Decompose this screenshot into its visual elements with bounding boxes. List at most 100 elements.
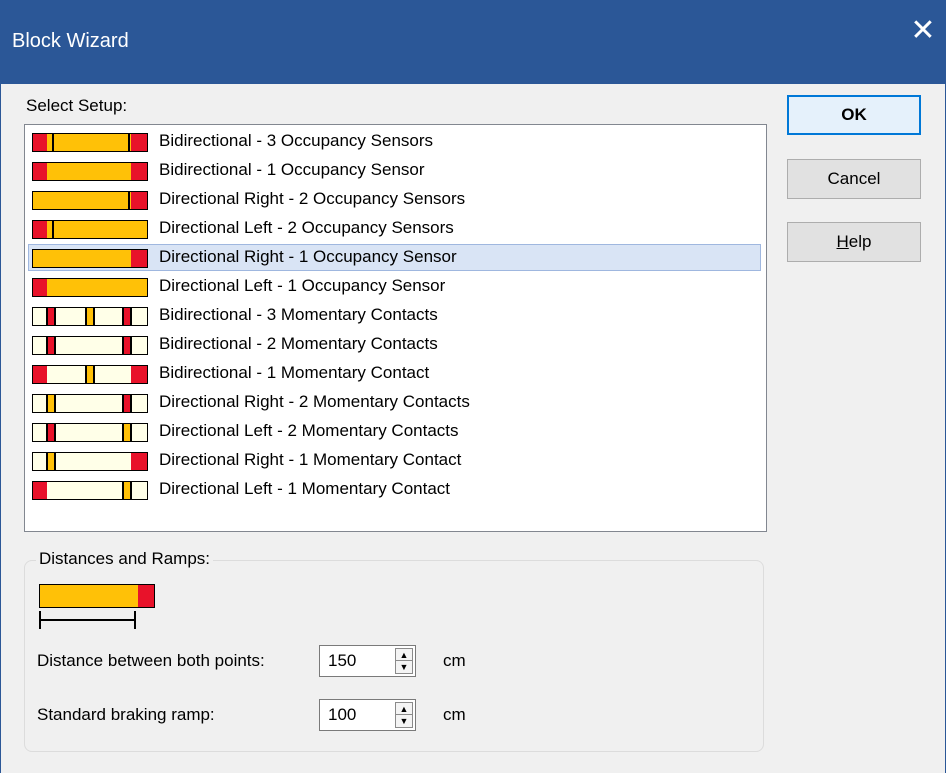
setup-item-label: Directional Left - 1 Momentary Contact (159, 479, 451, 498)
block-setup-icon (32, 394, 148, 413)
block-setup-icon (32, 336, 148, 355)
stop-section (33, 134, 47, 151)
stop-section (131, 250, 147, 267)
contact-divider (122, 482, 124, 499)
setup-list-item[interactable]: Bidirectional - 1 Occupancy Sensor (28, 157, 761, 184)
setup-list-item[interactable]: Directional Left - 2 Occupancy Sensors (28, 215, 761, 242)
spin-up-icon[interactable]: ▲ (396, 703, 412, 715)
help-button[interactable]: Help (787, 222, 921, 262)
track-section (33, 221, 147, 238)
ok-button[interactable]: OK (787, 95, 921, 135)
contact-divider (130, 308, 132, 325)
setup-list-item[interactable]: Bidirectional - 2 Momentary Contacts (28, 331, 761, 358)
setup-list-item[interactable]: Directional Right - 1 Momentary Contact (28, 447, 761, 474)
contact-divider (54, 424, 56, 441)
setup-list-item[interactable]: Directional Left - 2 Momentary Contacts (28, 418, 761, 445)
setup-item-label: Directional Right - 2 Occupancy Sensors (159, 189, 466, 208)
setup-item-label: Bidirectional - 2 Momentary Contacts (159, 334, 438, 353)
distance-indicator (39, 619, 136, 621)
spin-down-icon[interactable]: ▼ (396, 715, 412, 727)
distance-input[interactable]: 150 (328, 651, 356, 671)
distance-spin-buttons: ▲ ▼ (395, 648, 413, 674)
stop-section (131, 453, 147, 470)
contact-divider (46, 424, 48, 441)
distances-group-label: Distances and Ramps: (36, 549, 214, 569)
spin-up-icon[interactable]: ▲ (396, 649, 412, 661)
block-setup-icon (32, 162, 148, 181)
setup-item-label: Bidirectional - 1 Occupancy Sensor (159, 160, 425, 179)
select-setup-label: Select Setup: (26, 96, 128, 115)
contact-divider (85, 366, 87, 383)
distance-spinbox[interactable]: 150 ▲ ▼ (319, 645, 416, 677)
block-setup-icon (32, 481, 148, 500)
contact-divider (93, 308, 95, 325)
distance-indicator-end (134, 611, 136, 629)
contact-divider (130, 337, 132, 354)
contact-divider (46, 337, 48, 354)
setup-listbox[interactable]: Bidirectional - 3 Occupancy Sensors Bidir… (24, 124, 767, 532)
block-setup-icon (32, 220, 148, 239)
close-icon[interactable]: ✕ (900, 8, 946, 54)
setup-item-label: Bidirectional - 1 Momentary Contact (159, 363, 430, 382)
contact-divider (122, 395, 124, 412)
contact-divider (52, 134, 54, 151)
contact-divider (93, 366, 95, 383)
track-section (33, 163, 147, 180)
block-setup-icon (32, 249, 148, 268)
contact-divider (130, 424, 132, 441)
track-section (33, 250, 147, 267)
contact-divider (85, 308, 87, 325)
setup-list-item[interactable]: Directional Right - 1 Occupancy Sensor (28, 244, 761, 271)
setup-list-item[interactable]: Bidirectional - 3 Momentary Contacts (28, 302, 761, 329)
setup-item-label: Bidirectional - 3 Momentary Contacts (159, 305, 438, 324)
help-button-label: Help (836, 232, 872, 251)
setup-list-item[interactable]: Directional Right - 2 Occupancy Sensors (28, 186, 761, 213)
block-setup-icon (32, 423, 148, 442)
distance-indicator-start (39, 611, 41, 629)
title-bar: Block Wizard ✕ (0, 0, 946, 84)
stop-section (131, 163, 147, 180)
setup-item-label: Directional Left - 1 Occupancy Sensor (159, 276, 446, 295)
braking-ramp-spin-buttons: ▲ ▼ (395, 702, 413, 728)
setup-list-item[interactable]: Bidirectional - 3 Occupancy Sensors (28, 128, 761, 155)
setup-list-item[interactable]: Directional Left - 1 Occupancy Sensor (28, 273, 761, 300)
block-setup-icon (32, 278, 148, 297)
setup-item-label: Directional Right - 2 Momentary Contacts (159, 392, 470, 411)
contact-divider (130, 482, 132, 499)
braking-ramp-label: Standard braking ramp: (37, 705, 215, 724)
stop-section (33, 482, 47, 499)
contact-divider (130, 395, 132, 412)
spin-down-icon[interactable]: ▼ (396, 661, 412, 673)
braking-ramp-spinbox[interactable]: 100 ▲ ▼ (319, 699, 416, 731)
block-setup-icon (32, 452, 148, 471)
setup-list-item[interactable]: Directional Left - 1 Momentary Contact (28, 476, 761, 503)
stop-section (33, 221, 47, 238)
contact-divider (54, 337, 56, 354)
block-setup-icon (32, 307, 148, 326)
setup-item-label: Directional Right - 1 Momentary Contact (159, 450, 462, 469)
contact-divider (46, 308, 48, 325)
setup-list-item[interactable]: Directional Right - 2 Momentary Contacts (28, 389, 761, 416)
distance-unit: cm (443, 651, 466, 670)
contact-divider (122, 308, 124, 325)
contact-divider (46, 395, 48, 412)
contact-divider (52, 221, 54, 238)
braking-ramp-input[interactable]: 100 (328, 705, 356, 725)
setup-item-label: Directional Right - 1 Occupancy Sensor (159, 247, 457, 266)
stop-section (131, 134, 147, 151)
block-preview (39, 584, 155, 608)
track-section (40, 585, 154, 607)
stop-section (33, 163, 47, 180)
contact-divider (128, 192, 130, 209)
contact-divider (54, 453, 56, 470)
setup-list-item[interactable]: Bidirectional - 1 Momentary Contact (28, 360, 761, 387)
contact-divider (122, 337, 124, 354)
block-setup-icon (32, 191, 148, 210)
cancel-button[interactable]: Cancel (787, 159, 921, 199)
block-setup-icon (32, 133, 148, 152)
stop-section (138, 585, 154, 607)
stop-section (131, 192, 147, 209)
contact-divider (128, 134, 130, 151)
contact-divider (54, 395, 56, 412)
setup-item-label: Directional Left - 2 Occupancy Sensors (159, 218, 454, 237)
